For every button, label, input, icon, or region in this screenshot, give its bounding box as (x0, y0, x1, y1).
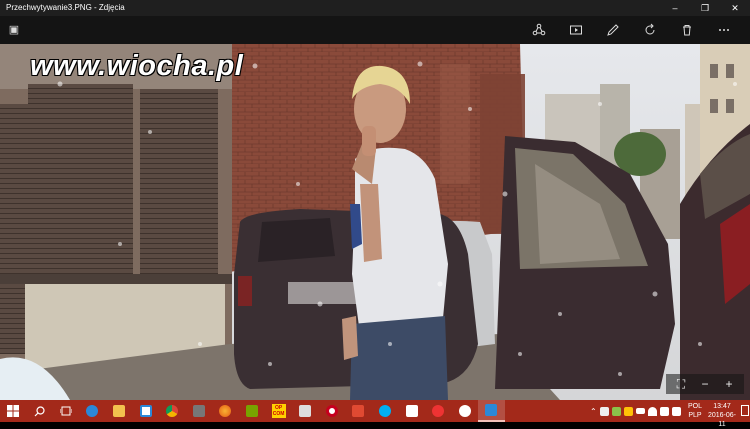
photos-toolbar: ▣ (0, 16, 750, 45)
skype-icon (379, 405, 392, 417)
clock-time: 13:47 (713, 403, 731, 410)
opera-icon (325, 405, 338, 417)
taskbar-itunes[interactable] (452, 400, 479, 422)
taskbar-opcom[interactable]: OP COM (265, 400, 292, 422)
window-controls: – ❐ ✕ (660, 0, 750, 16)
volume-icon[interactable] (659, 406, 669, 416)
edit-icon (606, 24, 619, 36)
windows-logo-icon (7, 405, 19, 417)
rotate-button[interactable] (631, 20, 668, 40)
zoom-out-button[interactable]: − (694, 376, 716, 392)
fit-to-window-button[interactable]: ⛶ (670, 376, 692, 392)
taskbar-flower-app[interactable] (425, 400, 452, 422)
window-title: Przechwytywanie3.PNG - Zdjęcia (6, 3, 125, 12)
keyboard-layout: PLP (688, 412, 702, 419)
tools-icon (299, 405, 312, 417)
taskbar-file-explorer[interactable] (106, 400, 133, 422)
search-icon (34, 405, 45, 416)
tray-app-icon[interactable] (599, 406, 609, 416)
taskbar-photos[interactable] (478, 400, 505, 422)
delete-button[interactable] (668, 20, 705, 40)
flower-icon (432, 405, 445, 417)
battery-icon[interactable] (635, 408, 645, 414)
search-button[interactable] (26, 400, 53, 422)
delete-icon (682, 25, 691, 36)
minimize-button[interactable]: – (660, 0, 690, 16)
photo-thumbnail-icon[interactable]: ▣ (6, 22, 22, 38)
taskbar: OP COM ⌃ POL PLP 13:47 2016-06-11 (0, 400, 750, 428)
taskbar-media-player[interactable] (186, 400, 213, 422)
store-icon (139, 405, 152, 417)
photos-icon (485, 404, 498, 416)
title-bar: Przechwytywanie3.PNG - Zdjęcia – ❐ ✕ (0, 0, 750, 16)
taskbar-dropbox[interactable] (398, 400, 425, 422)
more-icon (718, 29, 729, 31)
chrome-icon (166, 405, 179, 417)
system-tray: ⌃ (590, 400, 681, 422)
taskbar-chrome[interactable] (159, 400, 186, 422)
toolbar-left: ▣ (6, 22, 22, 38)
watermark-text: www.wiocha.pl (30, 50, 244, 82)
sketchup-icon (352, 405, 365, 417)
clock-date: 2016-06-11 (707, 412, 737, 428)
slideshow-icon (569, 25, 582, 35)
clock[interactable]: 13:47 2016-06-11 (705, 402, 739, 429)
taskbar-skype[interactable] (372, 400, 399, 422)
taskbar-firefox[interactable] (212, 400, 239, 422)
task-view-button[interactable] (53, 400, 80, 422)
edit-button[interactable] (594, 20, 631, 40)
task-view-icon (59, 406, 72, 416)
zoom-in-button[interactable]: + (718, 376, 740, 392)
bittorrent-icon (246, 405, 259, 417)
language-code: POL (687, 403, 702, 410)
slideshow-button[interactable] (557, 20, 594, 40)
close-button[interactable]: ✕ (720, 0, 750, 16)
media-player-icon (192, 405, 205, 417)
taskbar-store[interactable] (132, 400, 159, 422)
photo-view[interactable]: www.wiocha.pl ⛶ − + (0, 44, 750, 400)
chevron-up-icon[interactable]: ⌃ (590, 407, 597, 416)
maximize-button[interactable]: ❐ (690, 0, 720, 16)
tray-app-icon[interactable] (611, 406, 621, 416)
input-language[interactable]: POL PLP (686, 402, 704, 420)
taskbar-apps: OP COM (26, 400, 505, 422)
start-button[interactable] (0, 400, 26, 422)
street-photo (0, 44, 750, 400)
wifi-icon[interactable] (647, 406, 657, 416)
more-button[interactable] (705, 20, 742, 40)
tray-app-icon[interactable] (623, 406, 633, 416)
action-center-icon[interactable] (671, 406, 681, 416)
zoom-controls: ⛶ − + (666, 374, 744, 394)
opcom-icon: OP COM (271, 404, 286, 418)
dropbox-icon (405, 405, 418, 417)
firefox-icon (219, 405, 232, 417)
taskbar-bittorrent[interactable] (239, 400, 266, 422)
taskbar-tools[interactable] (292, 400, 319, 422)
file-explorer-icon (113, 405, 126, 417)
notification-icon[interactable] (741, 405, 749, 416)
rotate-icon (645, 23, 654, 35)
taskbar-opera[interactable] (319, 400, 346, 422)
taskbar-edge[interactable] (79, 400, 106, 422)
share-button[interactable] (520, 20, 557, 40)
taskbar-sketchup[interactable] (345, 400, 372, 422)
itunes-icon (458, 405, 471, 417)
toolbar-actions (520, 20, 742, 40)
edge-icon (86, 405, 99, 417)
share-icon (532, 23, 545, 36)
